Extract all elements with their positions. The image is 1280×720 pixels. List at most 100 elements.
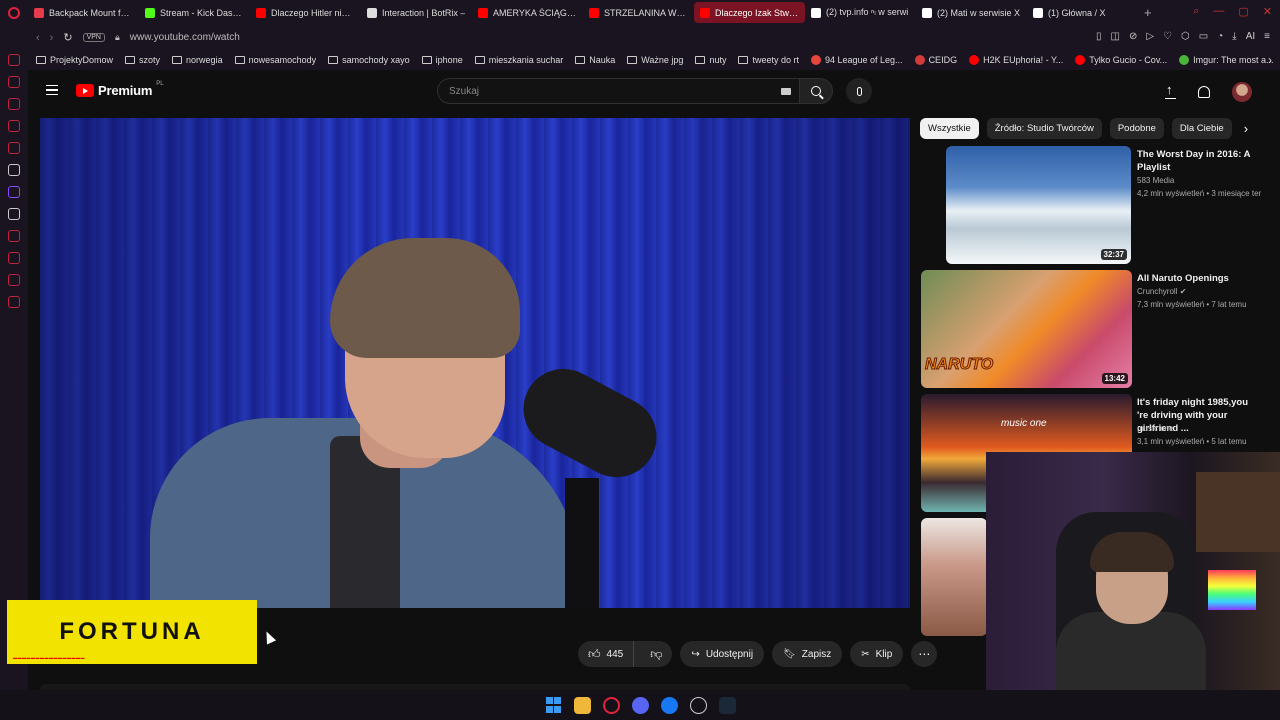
bookmark-item[interactable]: nowesamochody: [234, 55, 316, 65]
browser-tab[interactable]: (2) tvp.info ⁿₗ w serwi: [805, 2, 916, 23]
youtube-premium-logo[interactable]: Premium PL: [76, 81, 164, 98]
sidebar-vpn-icon[interactable]: [8, 252, 20, 264]
extensions-icon[interactable]: ⬡: [1181, 31, 1190, 42]
sidebar-settings-icon[interactable]: [8, 296, 20, 308]
recommendation-thumbnail[interactable]: [921, 518, 987, 636]
recommendation-channel[interactable]: Crunchyroll ✔: [1137, 287, 1186, 296]
close-window-button[interactable]: ✕: [1263, 5, 1272, 18]
chatgpt-icon[interactable]: [689, 696, 707, 714]
recommendation-item[interactable]: 32:37 The Worst Day in 2016: A Playlist …: [921, 146, 1261, 264]
maximize-button[interactable]: ▢: [1238, 5, 1248, 18]
recommendation-channel[interactable]: 583 Media: [1137, 176, 1174, 185]
browser-tab[interactable]: Interaction | BotRix –: [361, 2, 472, 23]
bookmark-item[interactable]: iphone: [421, 55, 463, 65]
bookmark-item[interactable]: Ważne jpg: [627, 55, 683, 65]
download-icon[interactable]: ⤓: [1232, 31, 1236, 42]
recommendation-title[interactable]: The Worst Day in 2016: A Playlist: [1137, 148, 1259, 174]
bookmark-item[interactable]: nuty: [695, 55, 726, 65]
dislike-button[interactable]: 👎︎: [640, 641, 672, 667]
sidebar-extensions-icon[interactable]: [8, 274, 20, 286]
sidebar-openai-icon[interactable]: [8, 164, 20, 176]
video-player[interactable]: [40, 118, 910, 608]
notifications-bell-icon[interactable]: [1198, 86, 1210, 98]
profile-icon[interactable]: ◔: [1217, 31, 1223, 42]
keyboard-icon[interactable]: [781, 88, 791, 95]
bookmark-item[interactable]: tweety do rt: [738, 55, 799, 65]
recommendation-title[interactable]: All Naruto Openings: [1137, 272, 1259, 285]
bookmark-item[interactable]: CEIDG: [914, 55, 957, 65]
clip-button[interactable]: ✂ Klip: [850, 641, 904, 667]
fortuna-ad-overlay[interactable]: FORTUNA ▬▬▬▬▬▬▬▬▬▬▬▬▬▬▬▬: [7, 600, 257, 664]
opera-logo-icon[interactable]: [0, 0, 28, 25]
bookmark-item[interactable]: Tylko Gucio - Cov...: [1075, 55, 1167, 65]
wallet-icon[interactable]: ▭: [1199, 31, 1208, 42]
browser-tab[interactable]: AMERYKA ŚCIĄGA PO: [472, 2, 583, 23]
bookmark-item[interactable]: szoty: [125, 55, 160, 65]
sidebar-wallet-icon[interactable]: [8, 98, 20, 110]
vpn-badge[interactable]: VPN: [82, 33, 105, 42]
search-tabs-icon[interactable]: ⌕: [1193, 5, 1199, 18]
sidebar-messenger-icon[interactable]: [8, 120, 20, 132]
browser-tab[interactable]: (1) Główna / X: [1027, 2, 1138, 23]
bookmark-item[interactable]: H2K EUphoria! - Y...: [969, 55, 1063, 65]
filter-chip[interactable]: Wszystkie: [920, 118, 979, 139]
browser-tab[interactable]: Dlaczego Izak Stworzy: [694, 2, 805, 23]
facebook-messenger-icon[interactable]: [660, 696, 678, 714]
snapshot-icon[interactable]: ◫: [1111, 31, 1120, 42]
bookmark-item[interactable]: mieszkania suchar: [474, 55, 563, 65]
share-button[interactable]: ↪ Udostępnij: [680, 641, 765, 667]
player-icon[interactable]: ▷: [1146, 31, 1154, 42]
reload-icon[interactable]: ↻: [63, 31, 72, 44]
adblock-icon[interactable]: ⊘: [1129, 31, 1137, 42]
bookmarks-overflow-icon[interactable]: ›: [1268, 53, 1272, 67]
steam-icon[interactable]: [718, 696, 736, 714]
recommendation-thumbnail[interactable]: NARUTO 13:42: [921, 270, 1132, 388]
bookmark-item[interactable]: Imgur: The most a...: [1179, 55, 1274, 65]
sidebar-history-icon[interactable]: [8, 76, 20, 88]
chips-next-icon[interactable]: ›: [1244, 121, 1248, 136]
create-upload-icon[interactable]: [1165, 82, 1176, 99]
bookmark-item[interactable]: samochody xayo: [328, 55, 410, 65]
hamburger-menu-icon[interactable]: [46, 85, 58, 95]
recommendation-thumbnail[interactable]: 32:37: [946, 146, 1131, 264]
file-explorer-icon[interactable]: [573, 696, 591, 714]
filter-chip[interactable]: Podobne: [1109, 118, 1164, 139]
browser-menu-icon[interactable]: ≡: [1264, 31, 1270, 42]
back-button[interactable]: ‹: [36, 32, 40, 44]
browser-tab[interactable]: STRZELANINA W BYD: [583, 2, 694, 23]
discord-icon[interactable]: [631, 696, 649, 714]
bookmark-item[interactable]: norwegia: [172, 55, 223, 65]
filter-chip[interactable]: Źródło: Studio Twórców: [986, 118, 1102, 139]
bookmark-item[interactable]: Nauka: [575, 55, 615, 65]
voice-search-button[interactable]: [846, 78, 872, 104]
new-tab-button[interactable]: +: [1144, 5, 1152, 20]
recommendation-channel[interactable]: music one: [1137, 424, 1173, 433]
sidebar-x-icon[interactable]: [8, 208, 20, 220]
ai-button[interactable]: AI: [1246, 31, 1255, 42]
sidebar-home-icon[interactable]: [8, 54, 20, 66]
like-button[interactable]: 👍︎ 445: [578, 641, 635, 667]
windows-start-icon[interactable]: [545, 697, 562, 714]
bookmark-item[interactable]: ProjektyDomow: [36, 55, 113, 65]
minimize-button[interactable]: —: [1213, 5, 1224, 18]
browser-tab[interactable]: Dlaczego Hitler nienar: [250, 2, 361, 23]
bookmark-item[interactable]: 94 League of Leg...: [810, 55, 903, 65]
filter-chip[interactable]: Dla Ciebie: [1171, 118, 1232, 139]
recommendation-item[interactable]: NARUTO 13:42 All Naruto Openings Crunchy…: [921, 270, 1261, 388]
browser-tab[interactable]: (2) Mati w serwisie X: [916, 2, 1027, 23]
sidebar-twitch-icon[interactable]: [8, 186, 20, 198]
avatar[interactable]: [1232, 82, 1252, 102]
url-field[interactable]: www.youtube.com/watch: [130, 32, 240, 43]
more-actions-icon[interactable]: ⋯: [911, 641, 938, 667]
forward-button[interactable]: ›: [50, 32, 54, 44]
heart-icon[interactable]: ♡: [1163, 31, 1172, 42]
bookmark-icon[interactable]: ▯: [1096, 31, 1102, 42]
search-input[interactable]: [449, 85, 769, 97]
search-button[interactable]: [799, 78, 833, 104]
save-button[interactable]: 🔖︎ Zapisz: [772, 641, 843, 667]
browser-tab[interactable]: Stream - Kick Dashbo: [139, 2, 250, 23]
browser-tab[interactable]: Backpack Mount for S: [28, 2, 139, 23]
sidebar-clock-icon[interactable]: [8, 230, 20, 242]
opera-taskbar-icon[interactable]: [602, 696, 620, 714]
sidebar-music-icon[interactable]: [8, 142, 20, 154]
